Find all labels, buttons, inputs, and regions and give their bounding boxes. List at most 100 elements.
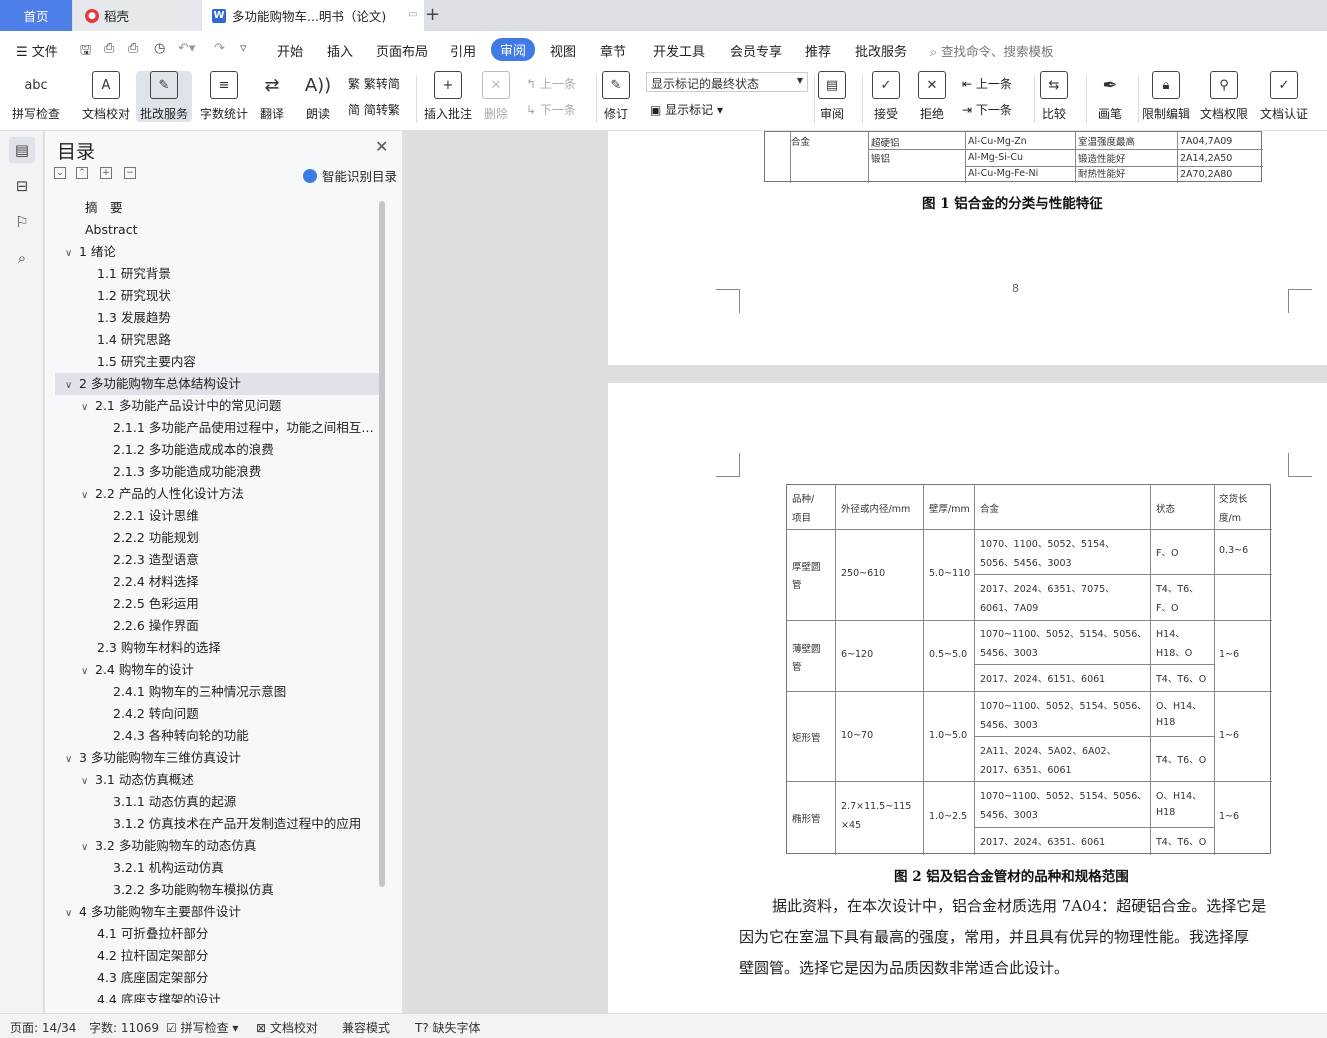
toc-item[interactable]: Abstract (55, 219, 379, 241)
menu-layout[interactable]: 页面布局 (376, 41, 428, 60)
chevron-down-icon[interactable]: ∨ (65, 243, 79, 263)
tab-home[interactable]: 首页 (0, 0, 72, 31)
toc-item[interactable]: 4.4 底座支撑架的设计 (55, 989, 379, 1003)
prev-comment-button[interactable]: ↰ 上一条 (526, 75, 576, 92)
menu-devtools[interactable]: 开发工具 (653, 41, 705, 60)
toc-item[interactable]: ∨ 2.4 购物车的设计 (55, 659, 379, 681)
simp-to-trad-button[interactable]: 简 简转繁 (348, 101, 400, 118)
remove-level-icon[interactable]: − (124, 167, 136, 179)
review-pane-button[interactable]: ▤ 审阅 (818, 71, 846, 122)
compare-button[interactable]: ⇆ 比较 (1040, 71, 1068, 122)
chevron-down-icon[interactable]: ∨ (81, 485, 95, 505)
menu-recommend[interactable]: 推荐 (805, 41, 831, 60)
translate-button[interactable]: ⇄ 翻译 (258, 71, 286, 122)
chevron-down-icon[interactable]: ∨ (65, 375, 79, 395)
toc-item[interactable]: 2.2.4 材料选择 (55, 571, 379, 593)
toc-item[interactable]: 2.2.5 色彩运用 (55, 593, 379, 615)
bookmark-icon[interactable]: ⚐ (9, 209, 35, 235)
chevron-down-icon[interactable]: ∨ (65, 749, 79, 769)
menu-correct-service[interactable]: 批改服务 (855, 41, 907, 60)
menu-insert[interactable]: 插入 (327, 41, 353, 60)
toc-item[interactable]: 1.1 研究背景 (55, 263, 379, 285)
mark-state-select[interactable]: 显示标记的最终状态 ▼ (646, 72, 808, 92)
toc-item[interactable]: ∨ 3 多功能购物车三维仿真设计 (55, 747, 379, 769)
toc-item[interactable]: 1.3 发展趋势 (55, 307, 379, 329)
accept-button[interactable]: ✓ 接受 (872, 71, 900, 122)
expand-up-icon[interactable]: ⌃ (76, 167, 88, 179)
more-quick-icon[interactable]: ▿ (240, 41, 247, 56)
menu-view[interactable]: 视图 (550, 41, 576, 60)
toc-item[interactable]: 摘 要 (55, 197, 379, 219)
undo-icon[interactable]: ↶▾ (178, 41, 195, 56)
doc-rights-button[interactable]: ⚲ 文档权限 (1200, 71, 1248, 122)
doc-proof-button[interactable]: A 文档校对 (82, 71, 130, 122)
new-tab-button[interactable]: + (425, 4, 440, 25)
toc-item[interactable]: 2.2.1 设计思维 (55, 505, 379, 527)
pen-button[interactable]: ✒ 画笔 (1096, 71, 1124, 122)
toc-item[interactable]: ∨ 2.2 产品的人性化设计方法 (55, 483, 379, 505)
toc-item[interactable]: 4.3 底座固定架部分 (55, 967, 379, 989)
page-indicator[interactable]: 页面: 14/34 (10, 1019, 76, 1036)
toc-item[interactable]: 2.2.6 操作界面 (55, 615, 379, 637)
chevron-down-icon[interactable]: ∨ (65, 903, 79, 923)
toc-item[interactable]: 2.1.2 多功能造成成本的浪费 (55, 439, 379, 461)
redo-icon[interactable]: ↷ (214, 41, 225, 56)
toc-panel-icon[interactable]: ▤ (9, 137, 35, 163)
toc-item[interactable]: 2.1.3 多功能造成功能浪费 (55, 461, 379, 483)
trad-to-simp-button[interactable]: 繁 繁转简 (348, 75, 400, 92)
missing-font-status[interactable]: T? 缺失字体 (415, 1019, 481, 1036)
spell-check-button[interactable]: abc 拼写检查 (12, 71, 60, 122)
quick-save-icon[interactable]: 🖫 (80, 41, 91, 63)
toc-item[interactable]: ∨ 4 多功能购物车主要部件设计 (55, 901, 379, 923)
menu-start[interactable]: 开始 (277, 41, 303, 60)
toc-item[interactable]: 3.2.1 机构运动仿真 (55, 857, 379, 879)
toc-item[interactable]: 1.2 研究现状 (55, 285, 379, 307)
menu-reference[interactable]: 引用 (450, 41, 476, 60)
toc-item[interactable]: 4.1 可折叠拉杆部分 (55, 923, 379, 945)
structure-icon[interactable]: ⊟ (9, 173, 35, 199)
toc-item[interactable]: 1.5 研究主要内容 (55, 351, 379, 373)
toc-item[interactable]: 2.4.1 购物车的三种情况示意图 (55, 681, 379, 703)
tab-document[interactable]: W 多功能购物车...明书（论文) (202, 0, 424, 31)
chevron-down-icon[interactable]: ∨ (81, 837, 95, 857)
find-icon[interactable]: ⌕ (9, 245, 35, 271)
toc-item[interactable]: 2.2.2 功能规划 (55, 527, 379, 549)
close-icon[interactable]: ✕ (375, 137, 388, 156)
toc-item[interactable]: 1.4 研究思路 (55, 329, 379, 351)
restrict-edit-button[interactable]: 🔒︎ 限制编辑 (1142, 71, 1190, 122)
word-count-indicator[interactable]: 字数: 11069 (89, 1019, 159, 1036)
toc-item[interactable]: 4.2 拉杆固定架部分 (55, 945, 379, 967)
chevron-down-icon[interactable]: ∨ (81, 661, 95, 681)
toc-item[interactable]: ∨ 2 多功能购物车总体结构设计 (55, 373, 379, 395)
command-search[interactable]: ⌕ 查找命令、搜索模板 (930, 41, 1054, 60)
revise-button[interactable]: ✎ 修订 (602, 71, 630, 122)
toc-item[interactable]: 2.3 购物车材料的选择 (55, 637, 379, 659)
correct-service-button[interactable]: ✎ 批改服务 (136, 71, 193, 122)
reject-button[interactable]: ✕ 拒绝 (918, 71, 946, 122)
menu-chapter[interactable]: 章节 (600, 41, 626, 60)
toc-item[interactable]: 3.1.2 仿真技术在产品开发制造过程中的应用 (55, 813, 379, 835)
read-aloud-button[interactable]: A)) 朗读 (304, 71, 332, 122)
add-level-icon[interactable]: + (100, 167, 112, 179)
toc-scrollbar[interactable] (379, 201, 385, 887)
next-comment-button[interactable]: ↳ 下一条 (526, 101, 576, 118)
menu-review[interactable]: 审阅 (491, 38, 536, 61)
tab-float-icon[interactable]: ▭ (408, 9, 417, 20)
toc-item[interactable]: 2.4.2 转向问题 (55, 703, 379, 725)
tab-daoke[interactable]: ● 稻壳 (73, 0, 201, 31)
doc-proof-status[interactable]: ⊠ 文档校对 (256, 1019, 318, 1036)
preview-icon[interactable]: ◷ (154, 41, 165, 56)
file-menu[interactable]: ☰ 文件 (16, 41, 58, 60)
chevron-down-icon[interactable]: ∨ (81, 397, 95, 417)
toc-item[interactable]: 2.1.1 多功能产品使用过程中，功能之间相互影... (55, 417, 379, 439)
smart-toc-button[interactable]: 智能识别目录 (303, 166, 397, 185)
menu-member[interactable]: 会员专享 (730, 41, 782, 60)
show-marks-button[interactable]: ▣ 显示标记 ▾ (650, 101, 723, 118)
next-revision-button[interactable]: ⇥ 下一条 (962, 101, 1012, 118)
toc-item[interactable]: ∨ 2.1 多功能产品设计中的常见问题 (55, 395, 379, 417)
toc-item[interactable]: ∨ 1 绪论 (55, 241, 379, 263)
spell-check-status[interactable]: ☑ 拼写检查 ▾ (166, 1019, 238, 1036)
prev-revision-button[interactable]: ⇤ 上一条 (962, 75, 1012, 92)
print-icon[interactable]: ⎙ (128, 41, 138, 56)
toc-item[interactable]: 3.2.2 多功能购物车模拟仿真 (55, 879, 379, 901)
